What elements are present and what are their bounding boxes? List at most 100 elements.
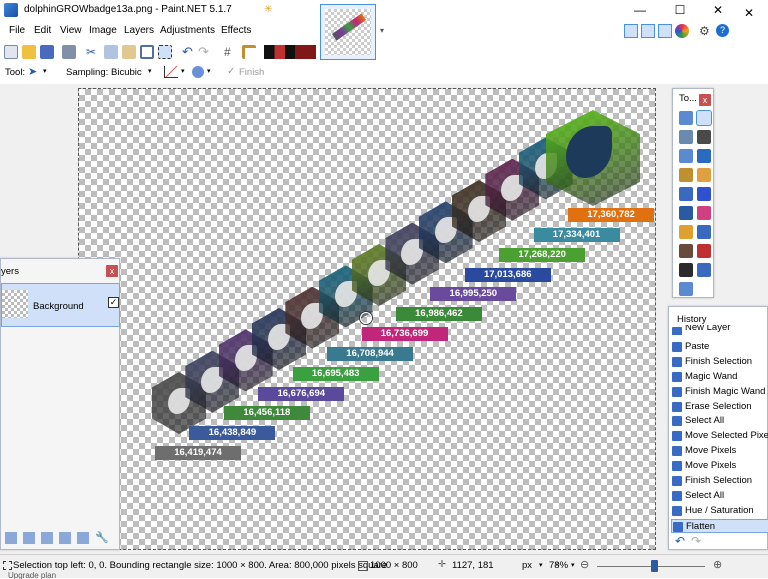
history-action-icon	[672, 341, 682, 352]
ellipse-select-tool-icon[interactable]	[679, 149, 693, 163]
history-item[interactable]: Erase Selection	[671, 400, 768, 414]
redo-icon[interactable]: ↷	[691, 534, 701, 548]
lasso-select-tool-icon[interactable]	[679, 130, 693, 144]
ruler-icon[interactable]	[242, 45, 256, 59]
move-selection-tool-icon[interactable]	[696, 110, 712, 126]
minimize-button[interactable]: —	[620, 0, 660, 20]
antialias-icon[interactable]	[164, 66, 178, 78]
history-item[interactable]: Select All	[671, 489, 768, 503]
text-tool-icon[interactable]	[679, 263, 693, 277]
save-icon[interactable]	[40, 45, 54, 59]
sampling-dropdown[interactable]: Bicubic	[111, 67, 142, 78]
help-icon[interactable]: ?	[716, 24, 729, 37]
paintbrush-tool-icon[interactable]	[679, 206, 693, 220]
close-button[interactable]: ✕	[698, 0, 738, 20]
eraser-tool-icon[interactable]	[697, 206, 711, 220]
paste-icon[interactable]	[122, 45, 136, 59]
history-item[interactable]: Move Pixels	[671, 459, 768, 473]
image-size: 1000 × 800	[370, 560, 418, 571]
wrench-icon[interactable]: 🔧	[95, 531, 109, 544]
chevron-down-icon[interactable]: ▾	[539, 561, 543, 569]
history-action-icon	[672, 416, 682, 427]
layer-visibility-checkbox[interactable]: ✓	[108, 297, 119, 308]
undo-icon[interactable]: ↶	[675, 534, 685, 548]
history-item[interactable]: New Layer	[671, 325, 768, 335]
new-image-icon[interactable]	[4, 45, 18, 59]
open-icon[interactable]	[22, 45, 36, 59]
history-action-icon	[672, 431, 682, 442]
zoom-tool-icon[interactable]	[697, 149, 711, 163]
history-toggle-icon[interactable]	[641, 24, 655, 38]
colors-toggle-icon[interactable]	[675, 24, 689, 38]
history-item[interactable]: Move Pixels	[671, 444, 768, 458]
deselect-icon[interactable]	[158, 45, 172, 59]
gradient-tool-icon[interactable]	[697, 187, 711, 201]
close-icon[interactable]: ✕	[744, 6, 754, 20]
blend-mode-icon[interactable]	[192, 66, 204, 78]
delete-layer-icon[interactable]	[41, 532, 53, 544]
add-layer-icon[interactable]	[5, 532, 17, 544]
menu-edit[interactable]: Edit	[34, 25, 51, 36]
menu-image[interactable]: Image	[89, 25, 117, 36]
history-item[interactable]: Move Selected Pixels	[671, 429, 768, 443]
move-selection-tool-icon[interactable]: ➤	[28, 65, 37, 78]
move-pixels-tool-icon[interactable]	[697, 130, 711, 144]
history-item-label: Select All	[685, 415, 725, 427]
clone-stamp-tool-icon[interactable]	[679, 244, 693, 258]
crop-icon[interactable]	[140, 45, 154, 59]
line-curve-tool-icon[interactable]	[697, 263, 711, 277]
finish-button[interactable]: Finish	[239, 67, 264, 78]
zoom-slider-thumb[interactable]	[651, 560, 658, 572]
menu-effects[interactable]: Effects	[221, 25, 251, 36]
color-picker-tool-icon[interactable]	[697, 225, 711, 239]
history-action-icon	[672, 371, 682, 382]
gear-icon[interactable]: ⚙	[699, 24, 710, 38]
paint-bucket-tool-icon[interactable]	[679, 187, 693, 201]
history-item[interactable]: Finish Selection	[671, 474, 768, 488]
chevron-down-icon[interactable]: ▾	[43, 67, 47, 75]
shapes-tool-icon[interactable]	[679, 282, 693, 296]
undo-icon[interactable]: ↶	[182, 45, 196, 59]
menu-view[interactable]: View	[60, 25, 82, 36]
layers-panel-close-button[interactable]: x	[106, 265, 118, 277]
layers-toggle-icon[interactable]	[658, 24, 672, 38]
history-action-icon	[672, 505, 682, 516]
history-item-label: Hue / Saturation	[685, 504, 754, 516]
pencil-tool-icon[interactable]	[679, 225, 693, 239]
print-icon[interactable]	[62, 45, 76, 59]
menu-file[interactable]: File	[9, 25, 25, 36]
tools-panel-close-button[interactable]: x	[699, 94, 711, 106]
tools-toggle-icon[interactable]	[624, 24, 638, 38]
zoom-in-icon[interactable]: ⊕	[713, 558, 722, 571]
zoom-out-icon[interactable]: ⊖	[580, 558, 589, 571]
history-item[interactable]: Finish Selection	[671, 355, 768, 369]
layer-item-background[interactable]: Background ✓	[1, 283, 120, 327]
magic-wand-tool-icon[interactable]	[679, 168, 693, 182]
history-item[interactable]: Select All	[671, 414, 768, 428]
duplicate-layer-icon[interactable]	[23, 532, 35, 544]
history-item[interactable]: Paste	[671, 340, 768, 354]
menu-layers[interactable]: Layers	[124, 25, 154, 36]
history-item[interactable]: Finish Magic Wand	[671, 385, 768, 399]
history-item[interactable]: Magic Wand	[671, 370, 768, 384]
pan-tool-icon[interactable]	[697, 168, 711, 182]
copy-icon[interactable]	[104, 45, 118, 59]
rectangle-select-tool-icon[interactable]	[679, 111, 693, 125]
recolor-tool-icon[interactable]	[697, 244, 711, 258]
chevron-down-icon[interactable]: ▾	[207, 67, 211, 75]
chevron-down-icon[interactable]: ▾	[571, 561, 575, 569]
maximize-button[interactable]: ☐	[660, 0, 700, 20]
merge-layer-icon[interactable]	[59, 532, 71, 544]
history-item[interactable]: Flatten	[671, 518, 768, 533]
layer-properties-icon[interactable]	[77, 532, 89, 544]
cursor-position: 1127, 181	[452, 560, 494, 571]
cut-icon[interactable]: ✂	[86, 45, 100, 59]
chevron-down-icon[interactable]: ▾	[181, 67, 185, 75]
redo-icon[interactable]: ↷	[198, 45, 212, 59]
chevron-down-icon[interactable]: ▾	[148, 67, 152, 75]
menu-adjustments[interactable]: Adjustments	[160, 25, 215, 36]
grid-icon[interactable]: #	[224, 45, 238, 59]
zoom-level[interactable]: 78%	[549, 560, 568, 571]
history-item[interactable]: Hue / Saturation	[671, 504, 768, 518]
unit-dropdown[interactable]: px	[522, 560, 532, 571]
